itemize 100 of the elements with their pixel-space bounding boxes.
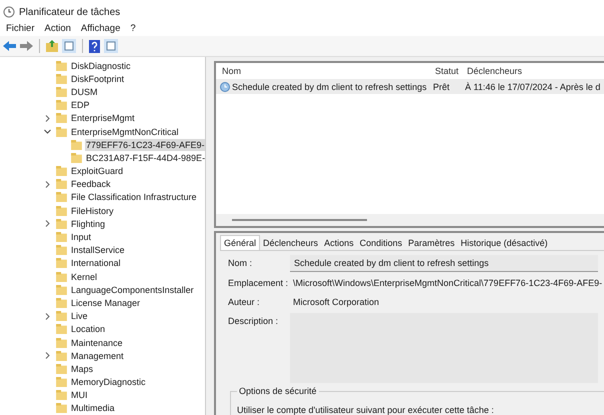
tree-item[interactable]: DiskFootprint xyxy=(70,72,126,85)
tree-item[interactable]: ExploitGuard xyxy=(70,165,124,178)
tab[interactable]: Général xyxy=(220,235,260,250)
folder-up-icon[interactable] xyxy=(46,40,58,52)
field-value: Microsoft Corporation xyxy=(292,296,380,309)
tree-item[interactable]: LanguageComponentsInstaller xyxy=(70,284,195,296)
folder-icon xyxy=(56,272,67,282)
chevron-right-icon[interactable] xyxy=(44,180,51,188)
tab[interactable]: Déclencheurs xyxy=(260,236,322,250)
tree-row[interactable]: InstallService xyxy=(0,244,205,257)
tree-row[interactable]: DiskFootprint xyxy=(0,72,205,86)
tree-row[interactable]: LanguageComponentsInstaller xyxy=(0,283,205,296)
tree-item[interactable]: DiskDiagnostic xyxy=(70,60,132,72)
folder-icon xyxy=(56,86,67,97)
group-title: Options de sécurité xyxy=(237,386,319,396)
tree-item[interactable]: Maps xyxy=(70,362,94,375)
tree-row[interactable]: Maps xyxy=(0,362,205,376)
menu-item[interactable]: Action xyxy=(44,22,71,34)
tree-item[interactable]: EDP xyxy=(70,99,91,112)
folder-icon xyxy=(56,192,67,202)
chevron-right-icon[interactable] xyxy=(44,312,51,320)
scrollbar[interactable] xyxy=(232,219,367,221)
folder-icon xyxy=(71,140,82,150)
tree-row[interactable]: 779EFF76-1C23-4F69-AFE9- xyxy=(0,138,205,152)
chevron-right-icon[interactable] xyxy=(44,114,51,122)
name-field[interactable]: Schedule created by dm client to refresh settings xyxy=(290,255,598,272)
folder-icon xyxy=(71,152,82,163)
tab[interactable]: Paramètres xyxy=(405,236,458,250)
chevron-right-icon[interactable] xyxy=(44,352,51,360)
folder-icon xyxy=(56,364,67,374)
tree-item[interactable]: Maintenance xyxy=(70,336,124,349)
tree-item[interactable]: InstallService xyxy=(70,244,126,256)
folder-icon xyxy=(56,311,67,322)
menu-item[interactable]: ? xyxy=(130,22,136,34)
folder-icon xyxy=(56,338,67,348)
tree-row[interactable]: Location xyxy=(0,322,205,336)
tree-item[interactable]: BC231A87-F15F-44D4-989E- xyxy=(85,152,205,164)
forward-arrow-icon[interactable] xyxy=(20,41,33,51)
tree-item[interactable]: Live xyxy=(70,310,89,322)
tree-item[interactable]: MUI xyxy=(70,389,88,402)
table-row[interactable]: Schedule created by dm client to refresh settings Prêt À 11:46 le 17/07/2024 - Après le d xyxy=(216,79,604,94)
folder-icon xyxy=(56,390,67,400)
back-arrow-icon[interactable] xyxy=(3,41,16,51)
tree-row[interactable]: MemoryDiagnostic xyxy=(0,376,205,389)
tree-row[interactable]: DUSM xyxy=(0,85,205,99)
column-header[interactable]: Statut xyxy=(435,66,467,76)
folder-icon xyxy=(56,324,67,334)
table-cell: Schedule created by dm client to refresh settings xyxy=(232,82,427,92)
tree-row[interactable]: MUI xyxy=(0,388,205,402)
menu-item[interactable]: Affichage xyxy=(80,22,120,34)
folder-icon xyxy=(56,245,67,256)
tree-item[interactable]: Feedback xyxy=(70,178,112,190)
menu-item[interactable]: Fichier xyxy=(6,22,35,34)
tree-row[interactable]: DiskDiagnostic xyxy=(0,59,205,72)
security-account-text: Utiliser le compte d'utilisateur suivant pour exécuter cette tâche : xyxy=(237,405,495,415)
column-header[interactable]: Nom xyxy=(222,66,435,76)
tab[interactable]: Actions xyxy=(321,236,357,250)
tree-item[interactable]: EnterpriseMgmtNonCritical xyxy=(70,126,180,138)
folder-icon xyxy=(56,113,67,124)
tree-row[interactable]: Maintenance xyxy=(0,336,205,350)
help-icon[interactable] xyxy=(89,40,100,52)
tree-item[interactable]: Kernel xyxy=(70,270,98,283)
clock-icon xyxy=(220,82,230,92)
tree-item[interactable]: FileHistory xyxy=(70,204,115,217)
tree-item[interactable]: Input xyxy=(70,231,92,244)
tree-row[interactable]: Input xyxy=(0,230,205,244)
field-label: Description : xyxy=(228,315,280,328)
folder-icon xyxy=(56,403,67,414)
tab[interactable]: Conditions xyxy=(356,236,406,250)
tree-item[interactable]: MemoryDiagnostic xyxy=(70,376,147,388)
tree-row[interactable]: EDP xyxy=(0,98,205,112)
folder-icon xyxy=(56,258,67,268)
tab[interactable]: Historique (désactivé) xyxy=(458,236,551,250)
tree-item[interactable]: Flighting xyxy=(70,218,106,230)
tree-item[interactable]: DUSM xyxy=(70,86,98,98)
tree-row[interactable]: License Manager xyxy=(0,296,205,310)
tree-row[interactable]: File Classification Infrastructure xyxy=(0,190,205,204)
field-label: Nom : xyxy=(228,257,254,270)
chevron-down-icon[interactable] xyxy=(44,128,51,136)
table-cell: À 11:46 le 17/07/2024 - Après le d xyxy=(465,82,600,92)
tree-item[interactable]: International xyxy=(70,257,122,270)
chevron-right-icon[interactable] xyxy=(44,220,51,228)
tree-item[interactable]: 779EFF76-1C23-4F69-AFE9- xyxy=(85,138,205,151)
tree-row[interactable]: BC231A87-F15F-44D4-989E- xyxy=(0,151,205,164)
tree-row[interactable]: FileHistory xyxy=(0,204,205,218)
folder-icon xyxy=(56,166,67,176)
tree-row[interactable]: International xyxy=(0,256,205,270)
tree-item[interactable]: Location xyxy=(70,323,106,336)
tree-row[interactable]: Multimedia xyxy=(0,402,205,415)
folder-icon xyxy=(56,74,67,84)
column-header[interactable]: Déclencheurs xyxy=(467,66,604,76)
tree-row[interactable]: ExploitGuard xyxy=(0,164,205,178)
tree-row[interactable]: Kernel xyxy=(0,270,205,284)
tree-item[interactable]: License Manager xyxy=(70,296,142,309)
tree-item[interactable]: Multimedia xyxy=(70,402,116,414)
tree-item[interactable]: Management xyxy=(70,350,125,362)
tree-item[interactable]: EnterpriseMgmt xyxy=(70,112,136,124)
window-pane-icon[interactable] xyxy=(104,39,118,53)
window-pane-icon[interactable] xyxy=(62,39,76,53)
tree-item[interactable]: File Classification Infrastructure xyxy=(70,191,198,204)
